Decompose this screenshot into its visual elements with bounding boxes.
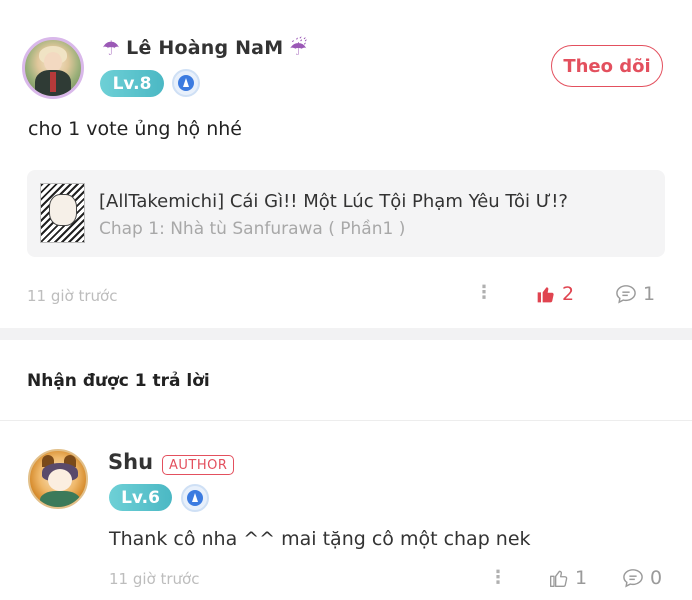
reply-reply-button[interactable]: 0 (622, 567, 662, 589)
comment-username[interactable]: ☂ Lê Hoàng NaM ☔ (102, 36, 307, 60)
replies-header: Nhận được 1 trả lời (27, 371, 210, 391)
medal-icon (172, 69, 200, 97)
reply-like-count: 1 (575, 567, 588, 589)
reply-count: 1 (643, 283, 656, 305)
thumbs-up-icon (537, 287, 554, 303)
level-badge: Lv.8 (100, 70, 164, 97)
reply-button[interactable]: 1 (615, 283, 655, 305)
chapter-title[interactable]: [AllTakemichi] Cái Gì!! Một Lúc Tội Phạm… (99, 191, 568, 212)
reply-username[interactable]: Shu (108, 450, 153, 474)
like-button[interactable]: 2 (536, 283, 574, 305)
chapter-subtitle[interactable]: Chap 1: Nhà tù Sanfurawa ( Phần1 ) (99, 219, 405, 239)
more-options-icon[interactable]: ⋮ (475, 284, 493, 302)
section-divider (0, 328, 692, 340)
follow-button[interactable]: Theo dõi (551, 45, 663, 87)
comment-time: 11 giờ trước (27, 287, 118, 305)
comment-username-text: Lê Hoàng NaM (126, 37, 284, 59)
reply-reply-count: 0 (650, 567, 663, 589)
chapter-thumbnail[interactable] (40, 183, 85, 243)
medal-icon (181, 484, 209, 512)
comment-text: cho 1 vote ủng hộ nhé (28, 118, 242, 140)
thumbs-up-outline-icon (550, 570, 568, 587)
reply-text: Thank cô nha ^^ mai tặng cô một chap nek (109, 528, 531, 550)
reply-avatar[interactable] (28, 449, 88, 509)
reply-level-badge: Lv.6 (109, 484, 172, 511)
chapter-card[interactable] (27, 170, 665, 257)
umbrella-rain-icon: ☔ (289, 36, 308, 60)
author-badge: AUTHOR (162, 455, 235, 475)
umbrella-icon: ☂ (102, 36, 121, 60)
divider (0, 420, 692, 421)
reply-time: 11 giờ trước (109, 570, 200, 588)
like-count: 2 (562, 283, 575, 305)
more-options-icon[interactable]: ⋮ (489, 569, 507, 587)
reply-like-button[interactable]: 1 (549, 567, 587, 589)
comment-bubble-icon (623, 569, 643, 588)
comment-bubble-icon (616, 285, 636, 304)
user-avatar[interactable] (22, 37, 84, 99)
